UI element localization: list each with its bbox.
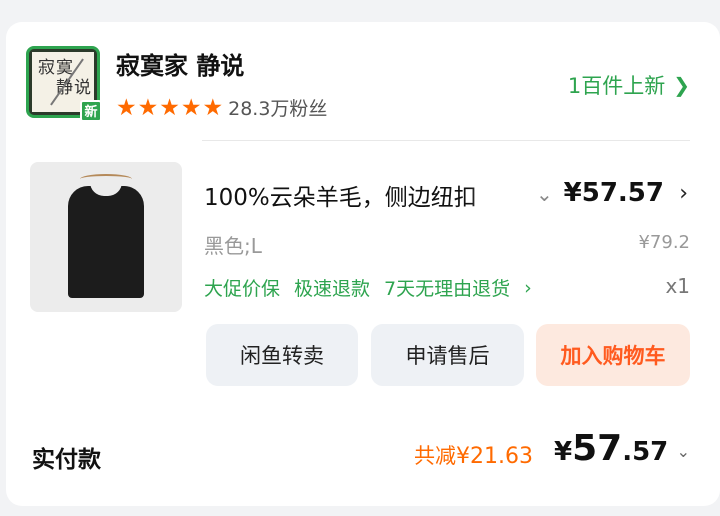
vest-shape — [68, 186, 144, 298]
discount-value: ¥21.63 — [456, 444, 533, 469]
product-image[interactable] — [30, 162, 182, 312]
new-badge: 新 — [80, 100, 102, 122]
add-to-cart-button[interactable]: 加入购物车 — [536, 324, 690, 386]
order-card: 寂寞 静说 新 寂寞家 静说 ★ ★ ★ ★ ★ 28.3万粉丝 1百件上新 ❯… — [6, 22, 720, 506]
service-tag: 大促价保 — [204, 278, 281, 300]
fans-count: 28.3万粉丝 — [228, 98, 328, 120]
new-items-link[interactable]: 1百件上新 ❯ — [568, 70, 690, 100]
service-tags[interactable]: 大促价保 极速退款 7天无理由退货 › — [204, 274, 532, 301]
chevron-down-icon[interactable]: ⌄ — [536, 182, 553, 206]
original-price: ¥79.2 — [638, 232, 690, 253]
total-price: ¥ 57 .57 — [554, 428, 668, 469]
chevron-right-icon: ❯ — [673, 73, 690, 97]
total-integer: 57 — [572, 428, 623, 469]
product-title[interactable]: 100%云朵羊毛，侧边纽扣 — [204, 178, 534, 212]
star-icon: ★ — [137, 94, 159, 121]
product-spec: 黑色;L — [204, 234, 262, 258]
discount-label: 共减 — [414, 444, 456, 468]
product-price: ¥57.57 — [563, 178, 664, 208]
after-sale-button[interactable]: 申请售后 — [371, 324, 524, 386]
resell-button[interactable]: 闲鱼转卖 — [206, 324, 358, 386]
shop-rating: ★ ★ ★ ★ ★ 28.3万粉丝 — [116, 94, 327, 121]
paid-label: 实付款 — [32, 447, 101, 473]
star-icon: ★ — [180, 94, 202, 121]
discount-summary: 共减¥21.63 — [414, 440, 533, 470]
divider — [202, 140, 690, 141]
chevron-right-icon: › — [524, 276, 532, 299]
star-icon: ★ — [159, 94, 180, 121]
star-icon: ★ — [202, 94, 224, 121]
star-icon: ★ — [116, 94, 137, 121]
logo-text-top: 寂寞 — [38, 58, 74, 78]
total-decimal: .57 — [622, 437, 669, 467]
chevron-down-icon[interactable]: ⌄ — [677, 442, 690, 461]
total-currency: ¥ — [554, 437, 573, 467]
service-tag: 7天无理由退货 — [384, 278, 511, 300]
quantity: x1 — [665, 274, 690, 298]
new-items-label: 1百件上新 — [567, 74, 666, 98]
service-tag: 极速退款 — [294, 278, 371, 300]
shop-name[interactable]: 寂寞家 静说 — [116, 46, 244, 81]
chevron-right-icon[interactable]: › — [679, 181, 688, 206]
